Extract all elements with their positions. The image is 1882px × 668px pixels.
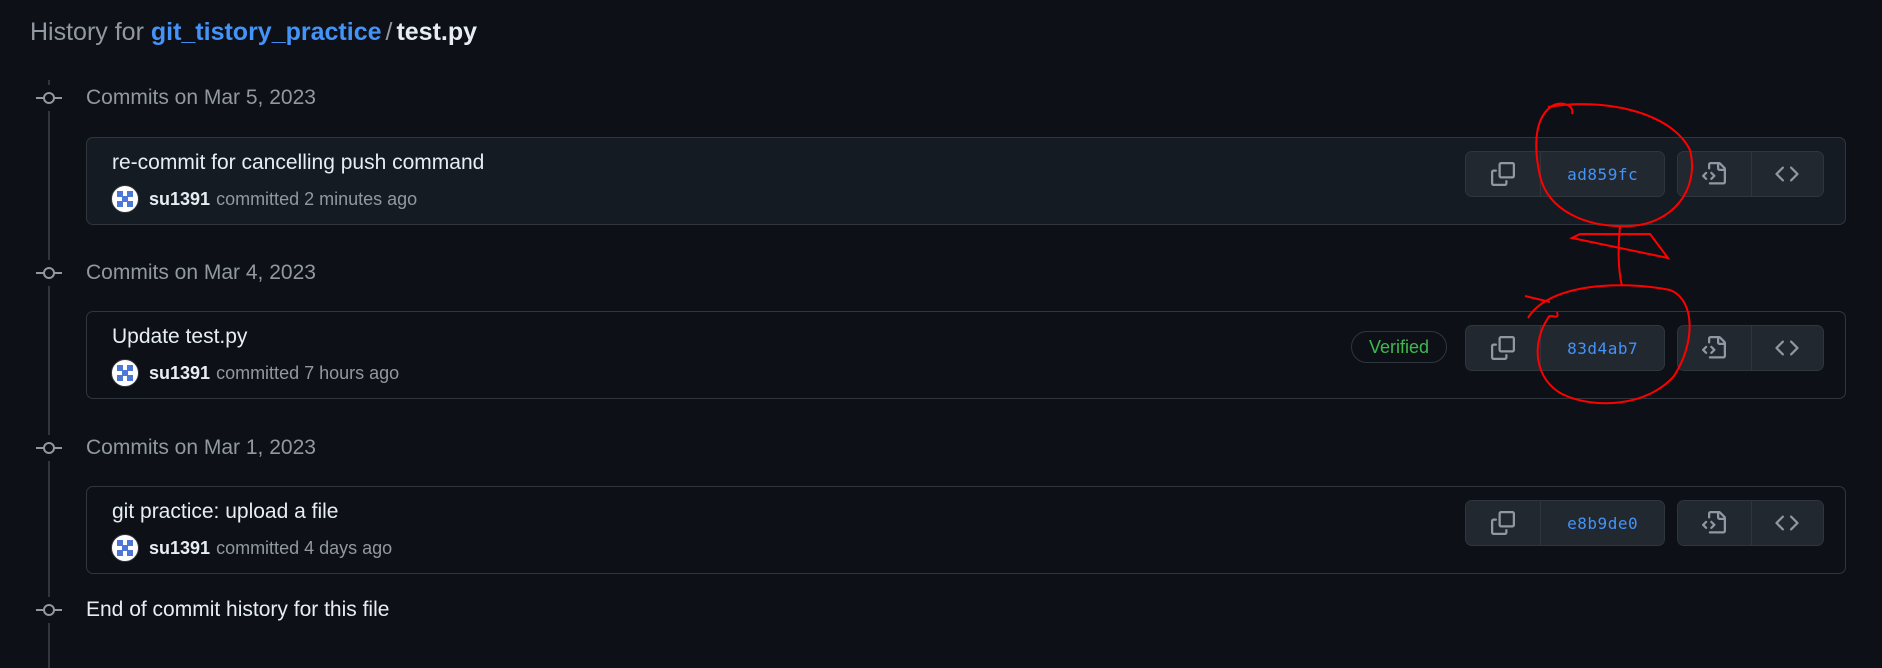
view-file-button[interactable] bbox=[1678, 152, 1751, 196]
view-file-button[interactable] bbox=[1678, 326, 1751, 370]
identicon-avatar[interactable] bbox=[111, 359, 139, 387]
identicon-avatar[interactable] bbox=[111, 534, 139, 562]
author-link[interactable]: su1391 bbox=[149, 189, 210, 210]
sha-button-group: e8b9de0 bbox=[1465, 500, 1665, 546]
commit-sha-link[interactable]: 83d4ab7 bbox=[1540, 326, 1664, 370]
git-commit-icon bbox=[36, 260, 62, 286]
title-prefix: History for bbox=[30, 18, 144, 46]
commit-message-link[interactable]: git practice: upload a file bbox=[112, 500, 338, 524]
verified-badge[interactable]: Verified bbox=[1351, 331, 1447, 363]
timeline-line bbox=[48, 80, 50, 668]
code-icon bbox=[1775, 511, 1799, 535]
copy-sha-button[interactable] bbox=[1466, 501, 1541, 545]
file-name: test.py bbox=[396, 18, 478, 46]
commit-group-header: Commits on Mar 5, 2023 bbox=[36, 80, 316, 116]
annotation-arrow bbox=[1568, 225, 1671, 287]
file-action-group bbox=[1677, 500, 1824, 546]
git-commit-icon bbox=[36, 85, 62, 111]
file-code-icon bbox=[1702, 336, 1727, 360]
commit-row: Update test.py su1391 committed 7 hours … bbox=[86, 311, 1846, 399]
git-commit-icon bbox=[36, 597, 62, 623]
file-code-icon bbox=[1702, 511, 1727, 535]
commit-group-header: Commits on Mar 1, 2023 bbox=[36, 430, 316, 466]
commit-message-link[interactable]: Update test.py bbox=[112, 325, 247, 349]
file-action-group bbox=[1677, 325, 1824, 371]
history-end-label: End of commit history for this file bbox=[86, 598, 390, 621]
history-end: End of commit history for this file bbox=[36, 592, 389, 628]
commit-group-date: Commits on Mar 4, 2023 bbox=[86, 261, 316, 284]
browse-repo-button[interactable] bbox=[1750, 152, 1823, 196]
page-title: History for git_tistory_practice / test.py bbox=[30, 14, 477, 50]
commit-meta: su1391 committed 2 minutes ago bbox=[111, 184, 417, 214]
sha-button-group: ad859fc bbox=[1465, 151, 1665, 197]
commit-sha-link[interactable]: e8b9de0 bbox=[1540, 501, 1664, 545]
copy-icon bbox=[1491, 162, 1516, 186]
view-file-button[interactable] bbox=[1678, 501, 1751, 545]
copy-icon bbox=[1491, 511, 1516, 535]
code-icon bbox=[1775, 162, 1799, 186]
commit-meta: su1391 committed 7 hours ago bbox=[111, 358, 399, 388]
commit-group-date: Commits on Mar 5, 2023 bbox=[86, 86, 316, 109]
browse-repo-button[interactable] bbox=[1750, 501, 1823, 545]
commit-history-page: History for git_tistory_practice / test.py… bbox=[0, 0, 1882, 668]
repo-link[interactable]: git_tistory_practice bbox=[151, 18, 382, 46]
commit-meta: su1391 committed 4 days ago bbox=[111, 533, 392, 563]
file-action-group bbox=[1677, 151, 1824, 197]
commit-row: re-commit for cancelling push command su… bbox=[86, 137, 1846, 225]
sha-button-group: 83d4ab7 bbox=[1465, 325, 1665, 371]
commit-row: git practice: upload a file su1391 commi… bbox=[86, 486, 1846, 574]
commit-message-link[interactable]: re-commit for cancelling push command bbox=[112, 151, 484, 175]
browse-repo-button[interactable] bbox=[1750, 326, 1823, 370]
git-commit-icon bbox=[36, 435, 62, 461]
copy-sha-button[interactable] bbox=[1466, 152, 1541, 196]
copy-sha-button[interactable] bbox=[1466, 326, 1541, 370]
commit-time: committed 7 hours ago bbox=[216, 362, 400, 383]
commit-group-date: Commits on Mar 1, 2023 bbox=[86, 436, 316, 459]
commit-time: committed 4 days ago bbox=[216, 537, 393, 558]
commit-group-header: Commits on Mar 4, 2023 bbox=[36, 255, 316, 291]
commit-time: committed 2 minutes ago bbox=[216, 188, 418, 209]
author-link[interactable]: su1391 bbox=[149, 538, 210, 559]
path-separator: / bbox=[385, 18, 393, 46]
code-icon bbox=[1775, 336, 1799, 360]
file-code-icon bbox=[1702, 162, 1727, 186]
copy-icon bbox=[1491, 336, 1516, 360]
identicon-avatar[interactable] bbox=[111, 185, 139, 213]
commit-sha-link[interactable]: ad859fc bbox=[1540, 152, 1664, 196]
author-link[interactable]: su1391 bbox=[149, 363, 210, 384]
